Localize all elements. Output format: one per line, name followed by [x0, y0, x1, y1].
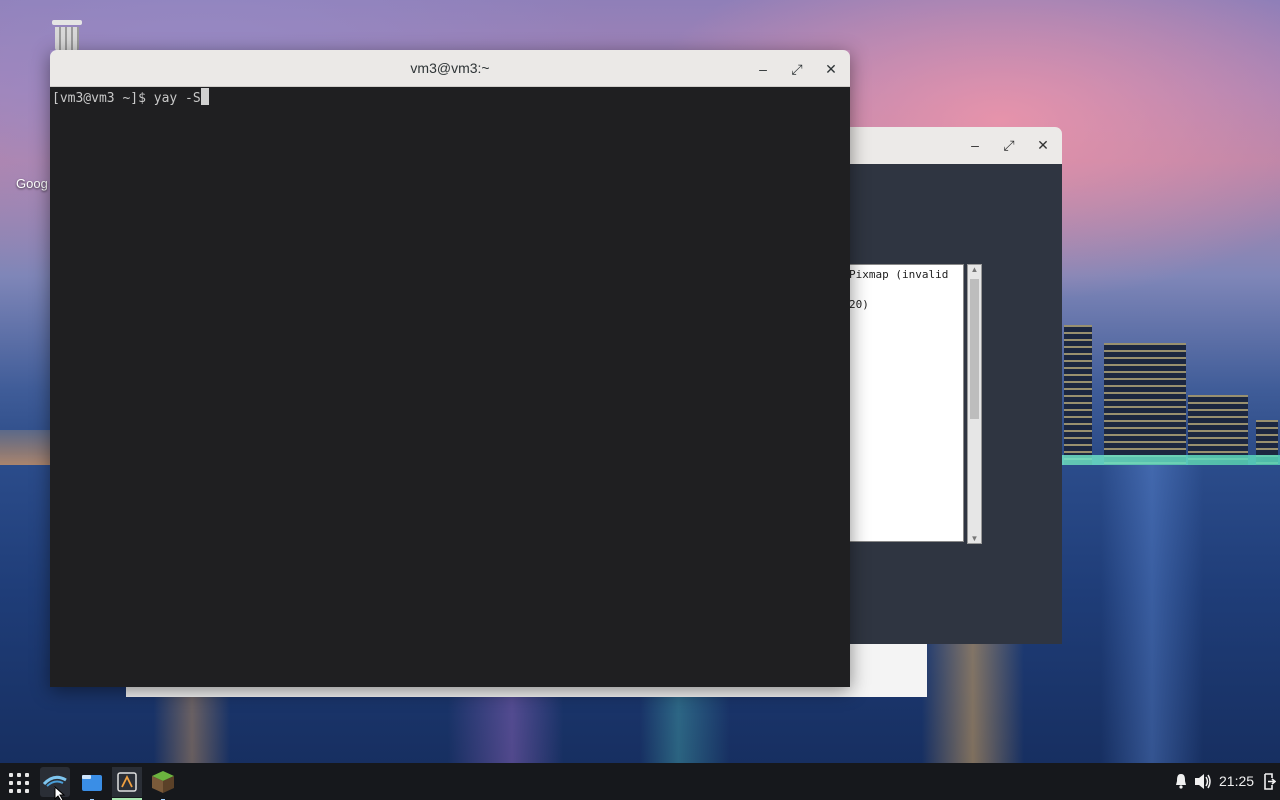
wallpaper-city-skyline: [1060, 295, 1280, 465]
app-launcher-icon[interactable]: [4, 767, 34, 797]
scrollbar-thumb[interactable]: [970, 279, 979, 419]
text-cursor: [200, 88, 209, 105]
window-title: vm3@vm3:~: [410, 60, 490, 76]
bell-icon[interactable]: [1173, 763, 1189, 800]
file-manager-icon[interactable]: [77, 767, 107, 800]
logout-icon[interactable]: [1262, 763, 1277, 800]
desktop-icon-label[interactable]: Goog: [16, 176, 48, 191]
command-input[interactable]: yay -S: [154, 91, 201, 106]
trash-icon[interactable]: [50, 18, 86, 52]
shell-prompt: [vm3@vm3 ~]$: [52, 91, 154, 106]
minimize-button[interactable]: –: [753, 59, 773, 79]
taskbar: 21:25: [0, 763, 1280, 800]
scroll-down-icon[interactable]: ▼: [970, 534, 979, 543]
minecraft-icon[interactable]: [148, 767, 178, 800]
volume-icon[interactable]: [1193, 763, 1213, 800]
output-line: Pixmap (invalid: [849, 268, 949, 281]
minimize-button[interactable]: –: [965, 135, 985, 155]
mouse-pointer-icon: [54, 785, 66, 800]
wallpaper-bridge: [1062, 455, 1280, 465]
maximize-button[interactable]: ⤢: [787, 59, 807, 79]
maximize-button[interactable]: ⤢: [999, 135, 1019, 155]
terminal-window[interactable]: vm3@vm3:~ – ⤢ ✕ [vm3@vm3 ~]$ yay -S: [50, 50, 850, 687]
output-line: 20): [849, 298, 869, 311]
close-button[interactable]: ✕: [1033, 135, 1053, 155]
clock[interactable]: 21:25: [1219, 763, 1259, 800]
close-button[interactable]: ✕: [821, 59, 841, 79]
terminal-app-icon[interactable]: [112, 767, 142, 800]
vertical-scrollbar[interactable]: ▲ ▼: [967, 264, 982, 544]
terminal-output[interactable]: [vm3@vm3 ~]$ yay -S: [50, 87, 850, 687]
terminal-titlebar[interactable]: vm3@vm3:~ – ⤢ ✕: [50, 50, 850, 87]
scroll-up-icon[interactable]: ▲: [970, 265, 979, 274]
